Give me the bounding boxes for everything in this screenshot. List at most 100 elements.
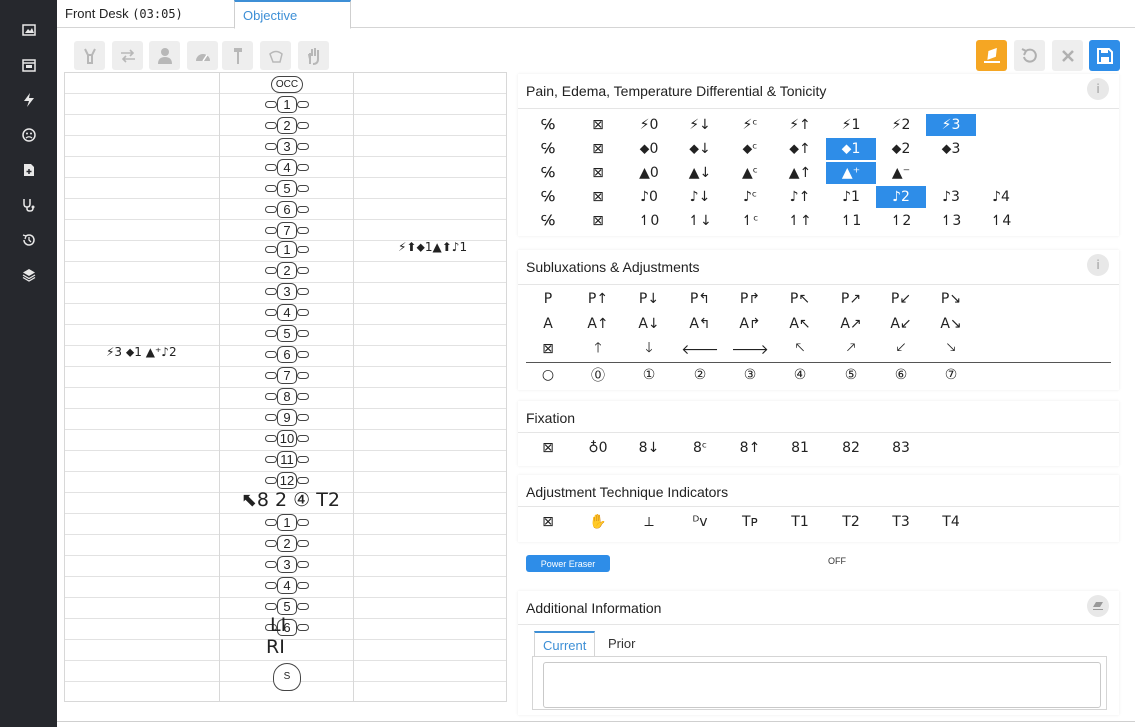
sublux-symbol[interactable]: ①: [624, 364, 674, 386]
technique-symbol[interactable]: ⊠: [523, 511, 573, 533]
sublux-symbol[interactable]: A↖: [775, 313, 825, 335]
sublux-symbol[interactable]: P↘: [926, 288, 976, 310]
technique-symbol[interactable]: T2: [826, 511, 876, 533]
history-icon[interactable]: [0, 225, 57, 255]
sublux-symbol[interactable]: ○: [523, 364, 573, 386]
hand-motion-tool-button[interactable]: [260, 41, 291, 70]
sublux-symbol[interactable]: A↙: [876, 313, 926, 335]
cervical-vertebra-2[interactable]: 2: [265, 114, 309, 136]
sublux-symbol[interactable]: A↰: [675, 313, 725, 335]
thoracic-vertebra-12[interactable]: 12: [265, 469, 309, 491]
sublux-symbol[interactable]: A↘: [926, 313, 976, 335]
fixation-symbol[interactable]: ♁0: [573, 437, 623, 459]
sublux-symbol[interactable]: P: [523, 288, 573, 310]
hand-tool-button[interactable]: [298, 41, 329, 70]
sublux-symbol[interactable]: P↰: [675, 288, 725, 310]
face-icon[interactable]: [0, 120, 57, 150]
thoracic-vertebra-3[interactable]: 3: [265, 280, 309, 302]
tab-objective[interactable]: Objective: [234, 0, 351, 29]
pain-symbol[interactable]: ▲0: [624, 162, 674, 184]
cervical-vertebra-6[interactable]: 6: [265, 198, 309, 220]
sublux-symbol[interactable]: A: [523, 313, 573, 335]
sublux-symbol[interactable]: P↙: [876, 288, 926, 310]
fixation-symbol[interactable]: 8↑: [725, 437, 775, 459]
pain-symbol[interactable]: ▲↓: [675, 162, 725, 184]
pain-symbol[interactable]: ⊠: [573, 210, 623, 232]
pain-symbol[interactable]: ⬥3: [926, 138, 976, 160]
technique-symbol[interactable]: T4: [926, 511, 976, 533]
vertebra-tool-button[interactable]: [74, 41, 105, 70]
pain-symbol[interactable]: ⚡0: [624, 114, 674, 136]
sublux-symbol[interactable]: P↱: [725, 288, 775, 310]
thoracic-vertebra-4[interactable]: 4: [265, 301, 309, 323]
pain-symbol[interactable]: ↿↓: [675, 210, 725, 232]
lumbar-vertebra-1[interactable]: 1: [265, 511, 309, 533]
thoracic-vertebra-5[interactable]: 5: [265, 322, 309, 344]
pain-symbol[interactable]: ↿3: [926, 210, 976, 232]
thoracic-vertebra-8[interactable]: 8: [265, 385, 309, 407]
layers-icon[interactable]: [0, 260, 57, 290]
pain-symbol[interactable]: ↿↑: [775, 210, 825, 232]
sublux-symbol[interactable]: P↓: [624, 288, 674, 310]
technique-symbol[interactable]: ᴰv: [675, 511, 725, 533]
sublux-symbol[interactable]: 🡕: [826, 338, 876, 360]
sublux-symbol[interactable]: 🡒: [725, 338, 775, 360]
pain-symbol[interactable]: ↿1: [826, 210, 876, 232]
eraser-button[interactable]: [976, 40, 1007, 71]
sublux-symbol[interactable]: A↑: [573, 313, 623, 335]
pain-symbol[interactable]: ♪↑: [775, 186, 825, 208]
sublux-symbol[interactable]: P↗: [826, 288, 876, 310]
fixation-symbol[interactable]: ⊠: [523, 437, 573, 459]
sublux-symbol[interactable]: ⑥: [876, 364, 926, 386]
calendar-icon[interactable]: [0, 50, 57, 80]
pain-symbol[interactable]: ℅: [523, 186, 573, 208]
sublux-symbol[interactable]: ④: [775, 364, 825, 386]
thoracic-vertebra-10[interactable]: 10: [265, 427, 309, 449]
sublux-symbol[interactable]: ②: [675, 364, 725, 386]
sublux-symbol[interactable]: ⊠: [523, 338, 573, 360]
pain-symbol[interactable]: ↿2: [876, 210, 926, 232]
fixation-symbol[interactable]: 83: [876, 437, 926, 459]
pain-symbol[interactable]: ⚡1: [826, 114, 876, 136]
pelvis-right-ilium[interactable]: RI: [266, 636, 285, 658]
sacrum[interactable]: S: [265, 660, 309, 692]
sublux-symbol[interactable]: 🡔: [775, 338, 825, 360]
sublux-symbol[interactable]: A↓: [624, 313, 674, 335]
info-icon[interactable]: i: [1087, 254, 1109, 276]
pain-symbol[interactable]: ℅: [523, 210, 573, 232]
power-eraser-button[interactable]: Power Eraser: [526, 555, 610, 572]
pain-symbol[interactable]: ⚡3: [926, 114, 976, 136]
sublux-symbol[interactable]: 🡐: [675, 338, 725, 360]
tab-current[interactable]: Current: [534, 631, 596, 657]
pain-symbol[interactable]: ⚡2: [876, 114, 926, 136]
thoracic-vertebra-6[interactable]: 6: [265, 343, 309, 365]
cervical-vertebra-4[interactable]: 4: [265, 156, 309, 178]
sublux-symbol[interactable]: ⑦: [926, 364, 976, 386]
technique-symbol[interactable]: T1: [775, 511, 825, 533]
technique-symbol[interactable]: T3: [876, 511, 926, 533]
fixation-symbol[interactable]: 81: [775, 437, 825, 459]
pain-symbol[interactable]: ♪3: [926, 186, 976, 208]
bolt-icon[interactable]: [0, 85, 57, 115]
sublux-symbol[interactable]: 🡗: [876, 338, 926, 360]
cancel-button[interactable]: [1052, 40, 1083, 71]
pain-symbol[interactable]: ↿0: [624, 210, 674, 232]
pain-symbol[interactable]: ⬥ᶜ: [725, 138, 775, 160]
eraser-icon[interactable]: [1087, 595, 1109, 617]
fixation-symbol[interactable]: 82: [826, 437, 876, 459]
sublux-symbol[interactable]: A↗: [826, 313, 876, 335]
sublux-symbol[interactable]: ⑤: [826, 364, 876, 386]
sublux-symbol[interactable]: A↱: [725, 313, 775, 335]
lumbar-vertebra-4[interactable]: 4: [265, 574, 309, 596]
undo-button[interactable]: [1014, 40, 1045, 71]
pain-symbol[interactable]: ♪ᶜ: [725, 186, 775, 208]
pain-symbol[interactable]: ⊠: [573, 114, 623, 136]
sublux-symbol[interactable]: P↖: [775, 288, 825, 310]
sublux-symbol[interactable]: 🡑: [573, 338, 623, 360]
person-tool-button[interactable]: [149, 41, 180, 70]
pain-symbol[interactable]: ↿ᶜ: [725, 210, 775, 232]
info-icon[interactable]: i: [1087, 78, 1109, 100]
cervical-vertebra-1[interactable]: 1: [265, 93, 309, 115]
technique-symbol[interactable]: ✋: [573, 511, 623, 533]
save-button[interactable]: [1089, 40, 1120, 71]
